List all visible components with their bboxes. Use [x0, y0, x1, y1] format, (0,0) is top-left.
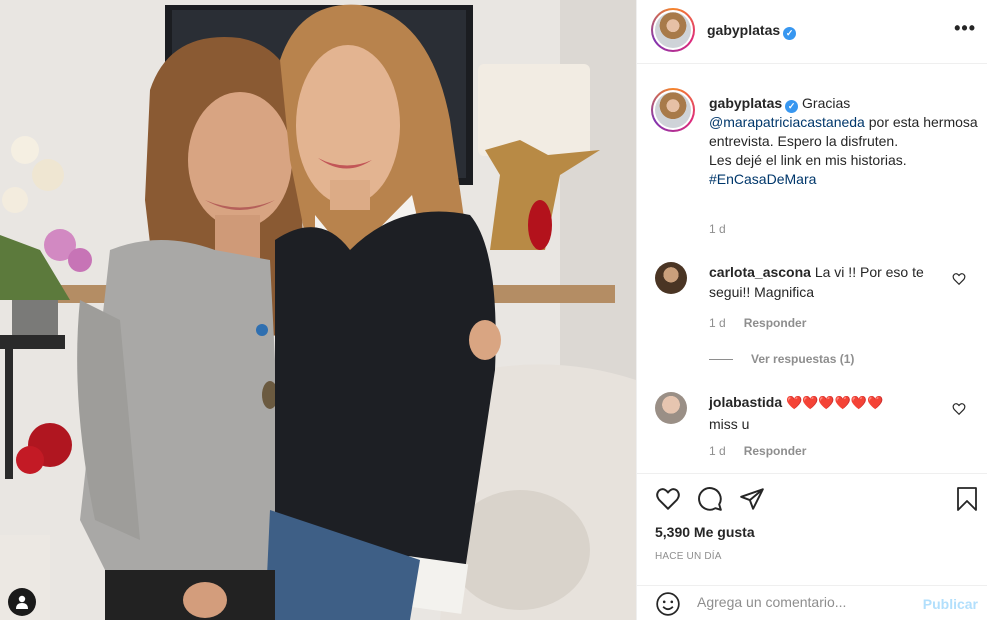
reply-button[interactable]: Responder [744, 316, 807, 330]
comment-hearts: ❤️❤️❤️❤️❤️❤️ [786, 396, 884, 411]
photo-illustration [0, 0, 636, 620]
bookmark-icon[interactable] [955, 486, 979, 512]
comment-body: miss u [709, 416, 750, 432]
post-side-panel: gabyplatas ✓ ••• gabyplatas ✓ Gracias @mar… [636, 0, 987, 620]
caption-time[interactable]: 1 d [709, 222, 726, 236]
post-actions: 5,390 Me gusta HACE UN DÍA [637, 473, 987, 573]
caption-text-line2: Les dejé el link en mis historias. [709, 152, 907, 168]
comment-text: carlota_ascona La vi !! Por eso te segui… [709, 262, 949, 302]
comment-input[interactable] [697, 594, 897, 610]
like-comment-heart-icon[interactable] [952, 402, 966, 416]
view-replies-button[interactable]: Ver respuestas (1) [709, 352, 854, 366]
avatar[interactable] [651, 8, 695, 52]
add-comment-bar: Publicar [637, 585, 987, 620]
comment-time[interactable]: 1 d [709, 444, 726, 458]
caption-avatar[interactable] [651, 88, 695, 132]
caption-text-start: Gracias [802, 95, 851, 111]
comment-meta: 1 d Responder [709, 444, 806, 458]
comment-avatar[interactable] [655, 262, 687, 294]
caption-hashtag-link[interactable]: #EnCasaDeMara [709, 171, 816, 187]
reply-button[interactable]: Responder [744, 444, 807, 458]
post-timestamp[interactable]: HACE UN DÍA [655, 551, 722, 562]
verified-badge-icon: ✓ [783, 27, 797, 40]
caption-username[interactable]: gabyplatas [709, 95, 782, 111]
user-tag-icon[interactable] [8, 588, 36, 616]
comment-username[interactable]: carlota_ascona [709, 264, 811, 280]
comment-time[interactable]: 1 d [709, 316, 726, 330]
comment-username[interactable]: jolabastida [709, 394, 782, 410]
post-comment-button[interactable]: Publicar [923, 596, 978, 612]
view-replies-label[interactable]: Ver respuestas (1) [751, 352, 854, 366]
verified-badge-icon: ✓ [785, 100, 799, 113]
comment-meta: 1 d Responder [709, 316, 806, 330]
like-comment-heart-icon[interactable] [952, 272, 966, 286]
heart-icon[interactable] [655, 486, 681, 512]
likes-count[interactable]: 5,390 Me gusta [655, 524, 755, 540]
share-icon[interactable] [739, 486, 765, 512]
more-icon[interactable]: ••• [954, 18, 976, 39]
caption-text: gabyplatas ✓ Gracias @marapatriciacastane… [709, 94, 979, 189]
comment-avatar[interactable] [655, 392, 687, 424]
emoji-icon[interactable] [655, 591, 681, 617]
header-username-text[interactable]: gabyplatas [707, 22, 780, 38]
post-photo[interactable] [0, 0, 636, 620]
comment-icon[interactable] [697, 486, 723, 512]
post-header: gabyplatas ✓ ••• [637, 0, 987, 64]
replies-divider [709, 358, 733, 360]
comment-text: jolabastida ❤️❤️❤️❤️❤️❤️ miss u [709, 392, 949, 434]
caption-mention-link[interactable]: @marapatriciacastaneda [709, 114, 865, 130]
header-username[interactable]: gabyplatas ✓ [707, 22, 797, 40]
